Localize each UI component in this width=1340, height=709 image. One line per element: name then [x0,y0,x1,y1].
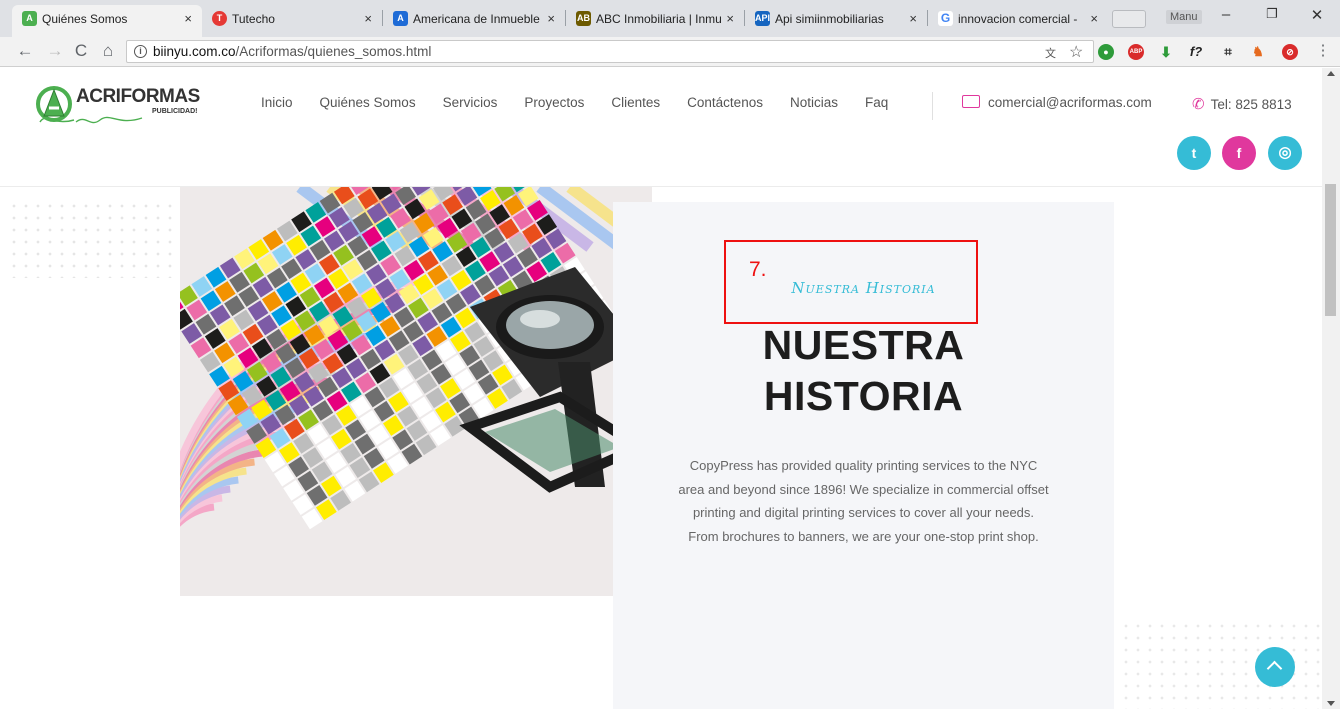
about-section: 7. Nuestra Historia NUESTRA HISTORIA Cop… [613,202,1114,709]
nav-item-contactenos[interactable]: Contáctenos [687,95,763,110]
nav-item-faq[interactable]: Faq [865,95,888,110]
browser-tab-api[interactable]: API Api simiinmobiliarias × [745,5,927,37]
api-favicon-icon: API [755,11,770,26]
scrollbar-thumb[interactable] [1325,184,1336,316]
whatsapp-extension-icon[interactable]: ● [1098,44,1114,60]
capture-extension-icon[interactable]: ⌗ [1220,44,1236,60]
browser-tab-quienes-somos[interactable]: A Quiénes Somos × [12,5,202,37]
browser-tab-strip: A Quiénes Somos × T Tutecho × A American… [0,0,1340,37]
nav-item-servicios[interactable]: Servicios [443,95,498,110]
reload-icon[interactable]: C [70,41,92,61]
nav-item-quienes-somos[interactable]: Quiénes Somos [320,95,416,110]
color-chart-image [180,187,652,596]
contact-phone[interactable]: ✆ Tel: 825 8813 [1192,95,1292,113]
tab-title: Tutecho [232,12,275,26]
formula-extension-icon[interactable]: f? [1188,44,1204,60]
section-body: CopyPress has provided quality printing … [678,458,1049,544]
chevron-up-icon [1266,660,1283,677]
close-icon[interactable]: × [547,5,555,33]
url-text[interactable]: biinyu.com.co/Acriformas/quienes_somos.h… [153,44,431,59]
block-extension-icon[interactable]: ⊘ [1282,44,1298,60]
home-icon[interactable]: ⌂ [97,41,119,61]
page-viewport: ACRIFORMAS PUBLICIDAD! Inicio Quiénes So… [0,68,1322,709]
page-scrollbar[interactable] [1322,68,1340,709]
close-icon[interactable]: × [364,5,372,33]
translate-icon[interactable]: 文 [1045,45,1056,61]
acriformas-favicon-icon: A [22,11,37,26]
back-arrow-icon[interactable]: ← [14,41,36,61]
hero-photo [180,187,652,596]
logo-subtext: PUBLICIDAD! [152,108,198,115]
tab-title: Quiénes Somos [42,12,128,26]
heading-line-1: NUESTRA [762,322,965,368]
mail-icon [962,95,980,108]
tab-title: ABC Inmobiliaria | Inmu [596,12,722,26]
info-icon[interactable]: i [134,45,147,58]
close-icon[interactable]: × [1090,5,1098,33]
adblock-extension-icon[interactable]: ABP [1128,44,1144,60]
color-extension-icon[interactable]: ♞ [1250,44,1266,60]
twitter-icon[interactable]: t [1177,136,1211,170]
restore-icon[interactable]: ❐ [1262,6,1282,22]
facebook-icon[interactable]: f [1222,136,1256,170]
contact-email[interactable]: comercial@acriformas.com [962,95,1152,110]
download-extension-icon[interactable]: ⬇ [1158,44,1174,60]
new-tab-button[interactable] [1112,10,1146,28]
scroll-down-arrow-icon[interactable] [1327,701,1335,706]
scroll-up-arrow-icon[interactable] [1327,71,1335,76]
close-window-icon[interactable]: ✕ [1307,6,1327,24]
logo[interactable]: ACRIFORMAS PUBLICIDAD! [34,80,204,130]
nav-item-noticias[interactable]: Noticias [790,95,838,110]
url-host: biinyu.com.co [153,44,236,59]
section-eyebrow: Nuestra Historia [791,279,936,297]
phone-icon: ✆ [1192,96,1205,113]
google-favicon-icon: G [938,11,953,26]
email-text: comercial@acriformas.com [988,95,1152,110]
close-icon[interactable]: × [726,5,734,33]
logo-signature-icon [75,116,143,124]
tab-title: innovacion comercial - [958,12,1078,26]
nav-divider [932,92,933,120]
forward-arrow-icon[interactable]: → [44,41,66,61]
site-header: ACRIFORMAS PUBLICIDAD! Inicio Quiénes So… [0,68,1322,187]
abc-favicon-icon: AB [576,11,591,26]
browser-tab-tutecho[interactable]: T Tutecho × [202,5,382,37]
acriformas-logo-icon [36,86,75,123]
dot-pattern-left [8,200,178,278]
nav-item-inicio[interactable]: Inicio [261,95,293,110]
americana-favicon-icon: A [393,11,408,26]
minimize-icon[interactable]: – [1216,6,1236,23]
browser-tab-google[interactable]: G innovacion comercial - × [928,5,1108,37]
instagram-icon[interactable]: ◎ [1268,136,1302,170]
address-bar[interactable]: i biinyu.com.co/Acriformas/quienes_somos… [126,40,1094,63]
bookmark-star-icon[interactable]: ☆ [1069,42,1083,62]
tab-title: Api simiinmobiliarias [775,12,884,26]
nav-item-proyectos[interactable]: Proyectos [524,95,584,110]
close-icon[interactable]: × [184,5,192,33]
url-path: /Acriformas/quienes_somos.html [235,44,432,59]
browser-tab-abc[interactable]: AB ABC Inmobiliaria | Inmu × [566,5,744,37]
logo-text: ACRIFORMAS [76,86,200,107]
main-nav: Inicio Quiénes Somos Servicios Proyectos… [261,95,915,110]
tab-title: Americana de Inmueble [413,12,540,26]
nav-item-clientes[interactable]: Clientes [611,95,660,110]
browser-toolbar: ← → C ⌂ i biinyu.com.co/Acriformas/quien… [0,37,1340,67]
section-heading: NUESTRA HISTORIA [613,320,1114,422]
close-icon[interactable]: × [909,5,917,33]
heading-line-2: HISTORIA [763,373,964,419]
profile-name[interactable]: Manu [1166,10,1202,24]
phone-text: Tel: 825 8813 [1210,97,1292,112]
scroll-to-top-button[interactable] [1255,647,1295,687]
browser-tab-americana[interactable]: A Americana de Inmueble × [383,5,565,37]
tutecho-favicon-icon: T [212,11,227,26]
menu-icon[interactable]: ⋮ [1312,41,1334,61]
